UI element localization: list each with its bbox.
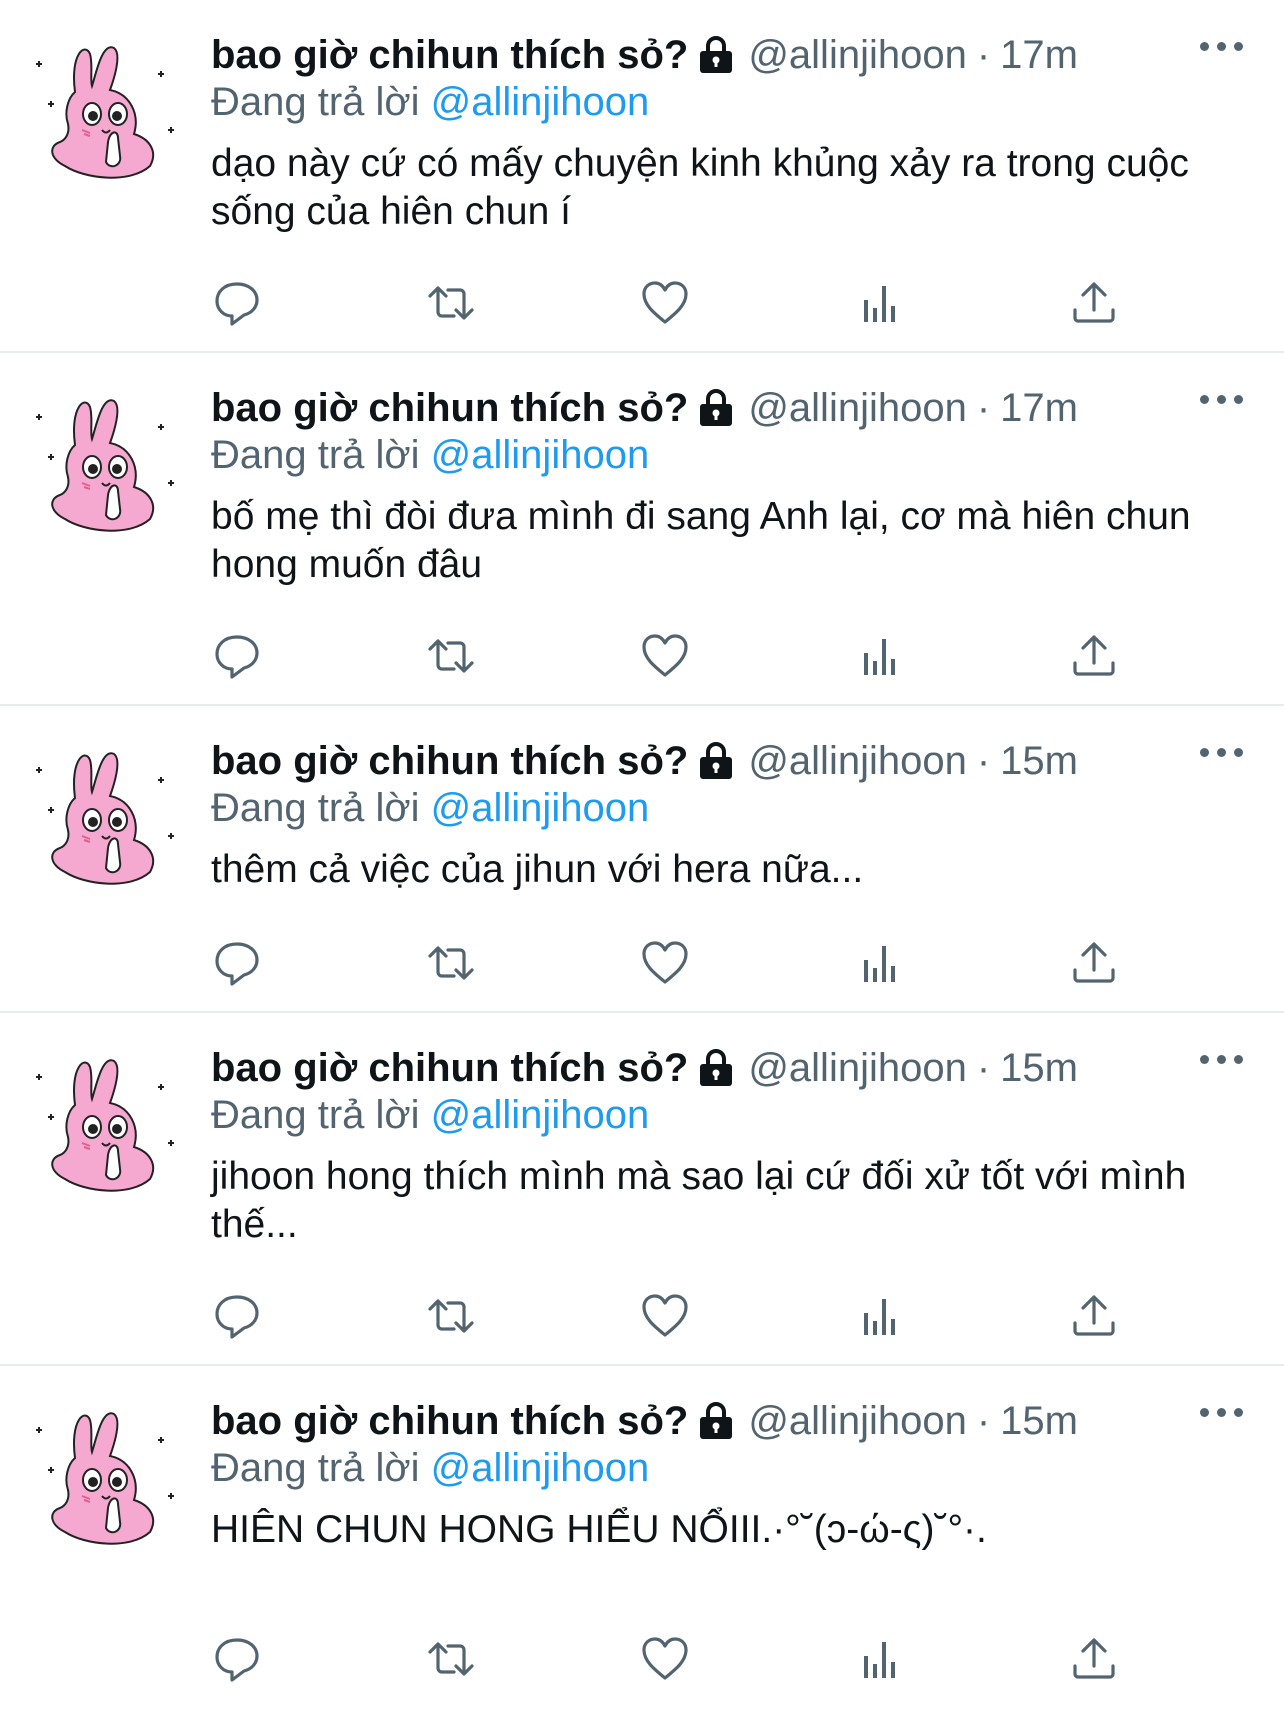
reply-mention-link[interactable]: @allinjihoon [431, 433, 650, 477]
timestamp[interactable]: 17m [1000, 33, 1078, 78]
avatar[interactable] [30, 387, 180, 537]
more-options-icon[interactable] [1200, 1400, 1244, 1424]
tweet-text: bố mẹ thì đòi đưa mình đi sang Anh lại, … [211, 495, 1191, 586]
tweet-actions [211, 1634, 1244, 1684]
share-icon[interactable] [1068, 631, 1120, 681]
display-name[interactable]: bao giờ chihun thích sỏ? [211, 1046, 688, 1091]
separator-dot: · [976, 1398, 991, 1443]
views-chart-icon[interactable] [854, 938, 906, 988]
tweet-actions [211, 631, 1244, 681]
tweet[interactable]: bao giờ chihun thích sỏ? @allinjihoon · … [0, 706, 1284, 1013]
display-name[interactable]: bao giờ chihun thích sỏ? [211, 739, 688, 784]
retweet-icon[interactable] [425, 1291, 477, 1341]
views-chart-icon[interactable] [854, 1634, 906, 1684]
reply-icon[interactable] [211, 278, 263, 328]
lock-icon [700, 389, 733, 426]
tweet-header: bao giờ chihun thích sỏ? @allinjihoon · … [211, 383, 1078, 433]
replying-to: Đang trả lời @allinjihoon [211, 1093, 649, 1138]
tweet-actions [211, 938, 1244, 988]
avatar[interactable] [30, 740, 180, 890]
display-name[interactable]: bao giờ chihun thích sỏ? [211, 386, 688, 431]
replying-to-label: Đang trả lời [211, 1093, 420, 1137]
replying-to: Đang trả lời @allinjihoon [211, 433, 649, 478]
user-handle[interactable]: @allinjihoon [748, 386, 967, 431]
reply-icon[interactable] [211, 631, 263, 681]
replying-to: Đang trả lời @allinjihoon [211, 786, 649, 831]
views-chart-icon[interactable] [854, 1291, 906, 1341]
lock-icon [700, 1402, 733, 1439]
retweet-icon[interactable] [425, 1634, 477, 1684]
tweet-header: bao giờ chihun thích sỏ? @allinjihoon · … [211, 1396, 1078, 1446]
replying-to-label: Đang trả lời [211, 1446, 420, 1490]
heart-icon[interactable] [639, 1291, 691, 1341]
user-handle[interactable]: @allinjihoon [748, 739, 967, 784]
reply-mention-link[interactable]: @allinjihoon [431, 1446, 650, 1490]
tweet[interactable]: bao giờ chihun thích sỏ? @allinjihoon · … [0, 1013, 1284, 1366]
replying-to: Đang trả lời @allinjihoon [211, 1446, 649, 1491]
views-chart-icon[interactable] [854, 631, 906, 681]
heart-icon[interactable] [639, 278, 691, 328]
timestamp[interactable]: 17m [1000, 386, 1078, 431]
tweet-actions [211, 278, 1244, 328]
replying-to: Đang trả lời @allinjihoon [211, 80, 649, 125]
share-icon[interactable] [1068, 938, 1120, 988]
separator-dot: · [976, 1045, 991, 1090]
timestamp[interactable]: 15m [1000, 739, 1078, 784]
separator-dot: · [976, 385, 991, 430]
avatar[interactable] [30, 1400, 180, 1550]
reply-icon[interactable] [211, 938, 263, 988]
reply-mention-link[interactable]: @allinjihoon [431, 1093, 650, 1137]
tweet[interactable]: bao giờ chihun thích sỏ? @allinjihoon · … [0, 1366, 1284, 1720]
more-options-icon[interactable] [1200, 1047, 1244, 1071]
retweet-icon[interactable] [425, 938, 477, 988]
reply-mention-link[interactable]: @allinjihoon [431, 786, 650, 830]
more-options-icon[interactable] [1200, 34, 1244, 58]
lock-icon [700, 36, 733, 73]
display-name[interactable]: bao giờ chihun thích sỏ? [211, 33, 688, 78]
separator-dot: · [976, 32, 991, 77]
avatar[interactable] [30, 1047, 180, 1197]
share-icon[interactable] [1068, 278, 1120, 328]
avatar[interactable] [30, 34, 180, 184]
heart-icon[interactable] [639, 1634, 691, 1684]
tweet[interactable]: bao giờ chihun thích sỏ? @allinjihoon · … [0, 353, 1284, 706]
separator-dot: · [976, 738, 991, 783]
reply-icon[interactable] [211, 1291, 263, 1341]
timestamp[interactable]: 15m [1000, 1399, 1078, 1444]
timestamp[interactable]: 15m [1000, 1046, 1078, 1091]
more-options-icon[interactable] [1200, 740, 1244, 764]
share-icon[interactable] [1068, 1634, 1120, 1684]
tweet-text: HIÊN CHUN HONG HIỂU NỔIII.·°˘(ↄ-ώ-ς)˘°·. [211, 1508, 987, 1551]
user-handle[interactable]: @allinjihoon [748, 33, 967, 78]
heart-icon[interactable] [639, 631, 691, 681]
tweet-text: dạo này cứ có mấy chuyện kinh khủng xảy … [211, 142, 1189, 233]
more-options-icon[interactable] [1200, 387, 1244, 411]
tweet[interactable]: bao giờ chihun thích sỏ? @allinjihoon · … [0, 0, 1284, 353]
views-chart-icon[interactable] [854, 278, 906, 328]
replying-to-label: Đang trả lời [211, 786, 420, 830]
retweet-icon[interactable] [425, 631, 477, 681]
replying-to-label: Đang trả lời [211, 80, 420, 124]
tweet-feed: bao giờ chihun thích sỏ? @allinjihoon · … [0, 0, 1284, 1720]
user-handle[interactable]: @allinjihoon [748, 1046, 967, 1091]
reply-icon[interactable] [211, 1634, 263, 1684]
tweet-text: thêm cả việc của jihun với hera nữa... [211, 848, 864, 891]
display-name[interactable]: bao giờ chihun thích sỏ? [211, 1399, 688, 1444]
replying-to-label: Đang trả lời [211, 433, 420, 477]
reply-mention-link[interactable]: @allinjihoon [431, 80, 650, 124]
share-icon[interactable] [1068, 1291, 1120, 1341]
heart-icon[interactable] [639, 938, 691, 988]
user-handle[interactable]: @allinjihoon [748, 1399, 967, 1444]
lock-icon [700, 742, 733, 779]
tweet-text: jihoon hong thích mình mà sao lại cứ đối… [211, 1155, 1187, 1246]
retweet-icon[interactable] [425, 278, 477, 328]
tweet-header: bao giờ chihun thích sỏ? @allinjihoon · … [211, 736, 1078, 786]
tweet-actions [211, 1291, 1244, 1341]
tweet-header: bao giờ chihun thích sỏ? @allinjihoon · … [211, 30, 1078, 80]
tweet-header: bao giờ chihun thích sỏ? @allinjihoon · … [211, 1043, 1078, 1093]
lock-icon [700, 1049, 733, 1086]
